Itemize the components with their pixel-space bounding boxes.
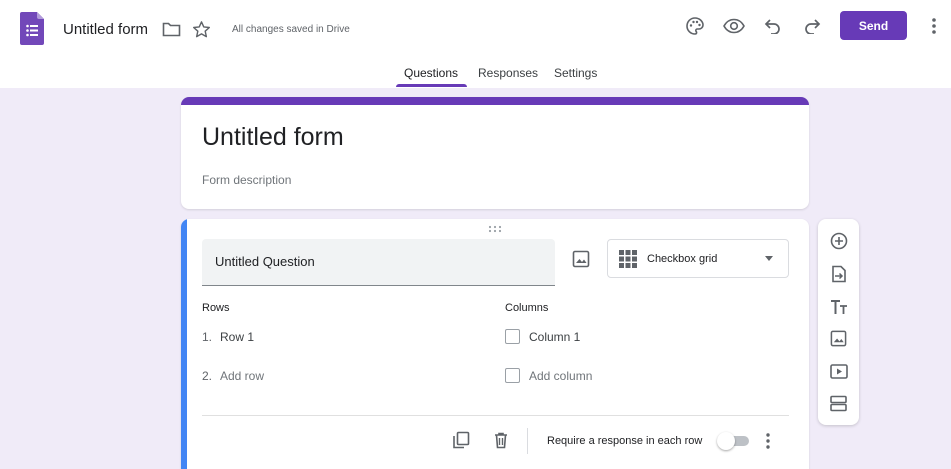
add-section-icon[interactable] [829, 394, 848, 413]
send-button[interactable]: Send [840, 11, 907, 40]
required-toggle[interactable] [717, 432, 749, 450]
question-type-select[interactable]: Checkbox grid [607, 239, 789, 278]
delete-icon[interactable] [492, 431, 510, 449]
columns-heading: Columns [505, 302, 549, 314]
column-option-input[interactable]: Column 1 [529, 330, 580, 344]
form-title-card: Untitled form Form description [181, 97, 809, 209]
footer-separator [527, 428, 528, 454]
folder-icon[interactable] [162, 21, 181, 38]
active-tab-indicator [396, 84, 467, 87]
redo-icon[interactable] [801, 15, 823, 37]
active-question-bar [181, 219, 187, 469]
row-option-input[interactable]: Row 1 [220, 330, 254, 344]
undo-icon[interactable] [762, 15, 784, 37]
form-description-input[interactable]: Form description [202, 173, 291, 187]
star-icon[interactable] [192, 20, 211, 39]
required-label: Require a response in each row [547, 435, 703, 447]
document-title[interactable]: Untitled form [63, 21, 148, 38]
save-status: All changes saved in Drive [232, 24, 350, 35]
column-checkbox-icon [505, 329, 520, 344]
add-title-icon[interactable] [829, 297, 848, 316]
tab-questions[interactable]: Questions [404, 66, 458, 80]
preview-eye-icon[interactable] [723, 15, 745, 37]
palette-icon[interactable] [684, 15, 706, 37]
drag-handle-icon[interactable] [488, 225, 502, 233]
column-checkbox-icon [505, 368, 520, 383]
question-title-text: Untitled Question [215, 254, 315, 269]
row-number: 2. [202, 369, 213, 383]
add-video-icon[interactable] [829, 362, 848, 381]
app-header: Untitled form All changes saved in Drive… [0, 0, 951, 88]
tab-responses[interactable]: Responses [478, 66, 538, 80]
footer-divider [202, 415, 789, 416]
add-image-icon[interactable] [572, 250, 590, 268]
add-column-input[interactable]: Add column [529, 369, 592, 383]
forms-logo-icon[interactable] [20, 12, 44, 45]
toggle-thumb [717, 432, 735, 450]
question-type-label: Checkbox grid [647, 253, 718, 265]
add-image-icon[interactable] [829, 329, 848, 348]
import-questions-icon[interactable] [829, 264, 848, 283]
form-title-input[interactable]: Untitled form [202, 123, 344, 152]
side-toolbar [818, 219, 859, 425]
tab-settings[interactable]: Settings [554, 66, 597, 80]
rows-heading: Rows [202, 302, 230, 314]
more-vert-icon[interactable] [923, 15, 945, 37]
checkbox-grid-icon [619, 250, 637, 268]
add-question-icon[interactable] [829, 231, 848, 250]
question-more-icon[interactable] [763, 432, 773, 450]
chevron-down-icon [765, 256, 773, 261]
add-row-input[interactable]: Add row [220, 369, 264, 383]
question-title-input[interactable]: Untitled Question [202, 239, 555, 286]
duplicate-icon[interactable] [452, 431, 470, 449]
question-card: Untitled Question Checkbox grid Rows Col… [181, 219, 809, 469]
row-number: 1. [202, 330, 213, 344]
card-accent-bar [181, 97, 809, 105]
